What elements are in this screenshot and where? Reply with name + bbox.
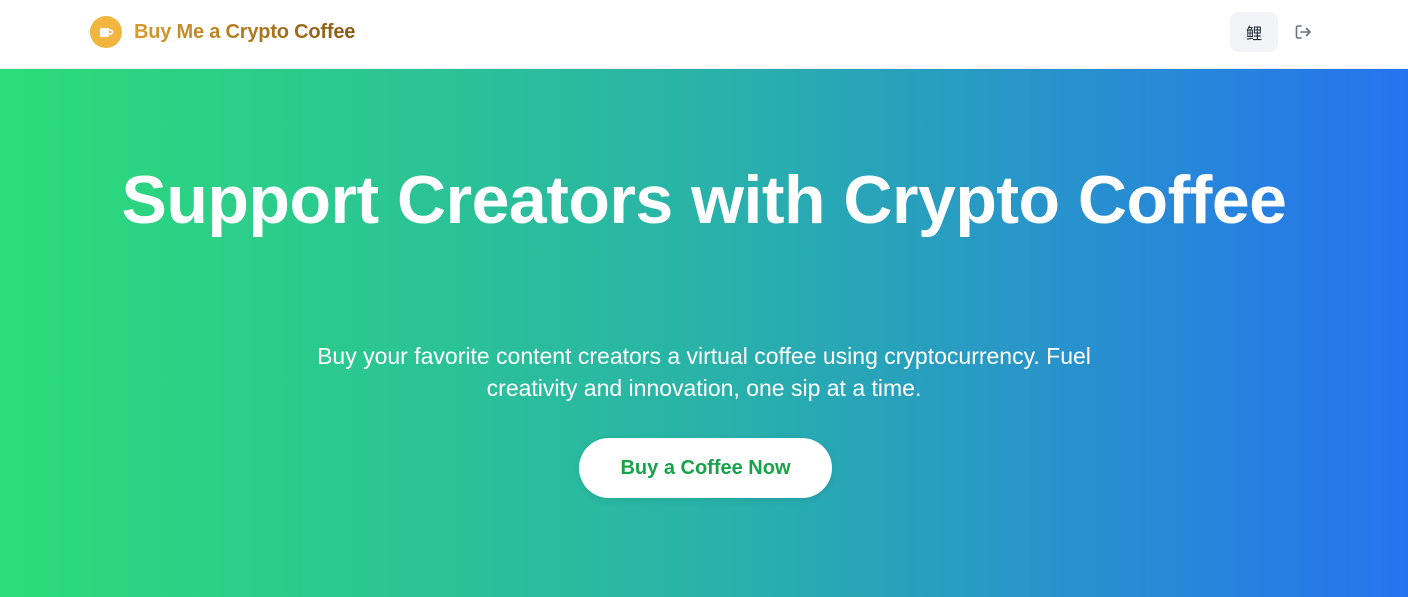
top-navbar: Buy Me a Crypto Coffee 鲤 — [0, 0, 1408, 69]
hero-section: Support Creators with Crypto Coffee Buy … — [0, 69, 1408, 597]
hero-title: Support Creators with Crypto Coffee — [121, 162, 1288, 238]
brand-name: Buy Me a Crypto Coffee — [134, 20, 356, 43]
buy-coffee-button[interactable]: Buy a Coffee Now — [579, 438, 832, 498]
logout-icon[interactable] — [1290, 20, 1316, 44]
user-avatar-button[interactable]: 鲤 — [1230, 12, 1278, 52]
coffee-cup-icon — [90, 16, 122, 48]
brand-link[interactable]: Buy Me a Crypto Coffee — [90, 16, 355, 48]
hero-subtitle: Buy your favorite content creators a vir… — [317, 343, 1091, 401]
